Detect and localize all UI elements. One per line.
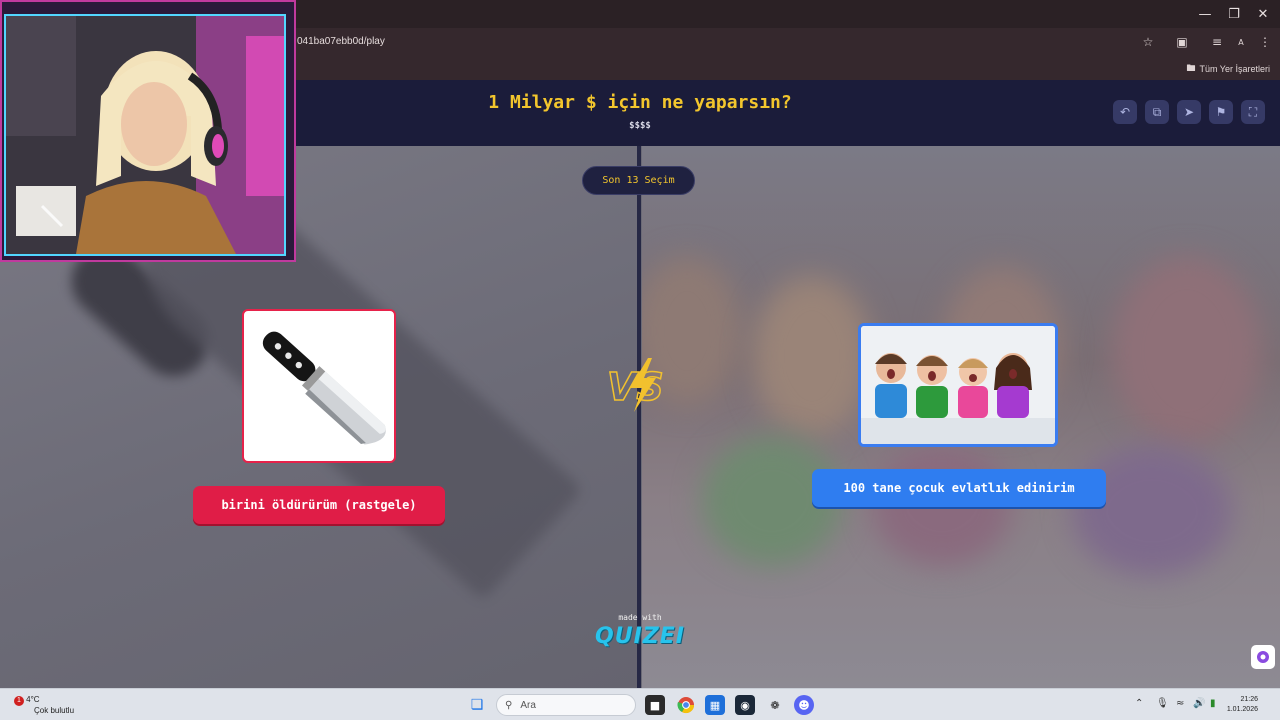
profile-avatar[interactable]: A — [1232, 33, 1250, 51]
screen: — ❐ ✕ 041ba07ebb0d/play ☆ ▣ ≡ A ⋮ 🖿 Tüm … — [0, 0, 1280, 720]
folder-icon: 🖿 — [1186, 63, 1196, 73]
fullscreen-icon[interactable]: ⛶ — [1241, 100, 1265, 124]
weather-temp: 4°C — [26, 695, 40, 704]
taskbar-clock[interactable]: 21:26 1.01.2026 — [1227, 695, 1258, 715]
knife-image-card[interactable] — [242, 309, 396, 463]
chat-widget-icon[interactable] — [1251, 645, 1275, 669]
quizei-logo[interactable]: QUIZEI — [590, 624, 690, 649]
windows-taskbar: 1 4°C Çok bulutlu ❏ ⚲ Ara ■ ▦ ◉ ❁ ☻ ⌃ 🎙 … — [0, 688, 1280, 720]
option-left-button[interactable]: birini öldürürüm (rastgele) — [193, 486, 445, 524]
undo-icon[interactable]: ↶ — [1113, 100, 1137, 124]
webcam-overlay — [0, 0, 296, 262]
children-image-card[interactable] — [858, 323, 1058, 447]
media-control-icon[interactable]: ≡ — [1208, 33, 1226, 51]
recent-choices-pill[interactable]: Son 13 Seçim — [582, 166, 695, 195]
all-bookmarks-label: Tüm Yer İşaretleri — [1199, 64, 1270, 74]
extensions-icon[interactable]: ▣ — [1173, 33, 1191, 51]
search-placeholder: Ara — [520, 699, 536, 711]
close-icon[interactable]: ✕ — [1246, 0, 1280, 28]
search-icon: ⚲ — [505, 699, 513, 711]
battery-icon[interactable]: ▮ — [1210, 698, 1216, 709]
chrome-icon[interactable] — [676, 695, 696, 715]
clock-time: 21:26 — [1240, 696, 1258, 703]
children-photo — [861, 326, 1055, 444]
clock-date: 1.01.2026 — [1226, 706, 1258, 713]
taskbar-search[interactable]: ⚲ Ara — [496, 694, 636, 716]
microphone-icon[interactable]: 🎙 — [1156, 698, 1169, 709]
chrome-logo — [677, 697, 695, 714]
browser-menu-icon[interactable]: ⋮ — [1256, 33, 1274, 51]
knife-icon — [262, 331, 386, 445]
steam-icon[interactable]: ◉ — [735, 695, 755, 715]
blurred-child — [752, 276, 872, 436]
option-right-button[interactable]: 100 tane çocuk evlatlık edinirim — [812, 469, 1106, 507]
weather-badge: 1 — [14, 696, 24, 706]
made-with-label: made with — [618, 613, 662, 622]
blurred-shirt — [1072, 446, 1232, 576]
microsoft-store-icon[interactable]: ▦ — [705, 695, 725, 715]
volume-icon[interactable]: 🔊 — [1193, 698, 1205, 709]
weather-widget[interactable]: 1 4°C Çok bulutlu — [14, 695, 74, 716]
weather-description: Çok bulutlu — [34, 706, 75, 715]
windows-start-icon[interactable]: ❏ — [467, 695, 487, 715]
all-bookmarks-button[interactable]: 🖿 Tüm Yer İşaretleri — [1186, 61, 1270, 77]
blurred-child — [1112, 256, 1262, 446]
chat-bubble-icon — [1257, 651, 1269, 663]
app-icon[interactable]: ❁ — [765, 695, 785, 715]
share-icon[interactable]: ⧉ — [1145, 100, 1169, 124]
send-icon[interactable]: ➤ — [1177, 100, 1201, 124]
streamer-image — [6, 16, 284, 254]
task-view-icon[interactable]: ■ — [645, 695, 665, 715]
address-bar[interactable]: 041ba07ebb0d/play — [297, 36, 385, 47]
bookmark-star-icon[interactable]: ☆ — [1139, 33, 1157, 51]
center-divider — [637, 146, 641, 688]
versus-icon: VS — [606, 358, 665, 412]
webcam-feed — [4, 14, 286, 256]
flag-icon[interactable]: ⚑ — [1209, 100, 1233, 124]
tray-overflow-icon[interactable]: ⌃ — [1135, 698, 1143, 709]
discord-icon[interactable]: ☻ — [794, 695, 814, 715]
wifi-icon[interactable]: ≈ — [1176, 698, 1184, 709]
